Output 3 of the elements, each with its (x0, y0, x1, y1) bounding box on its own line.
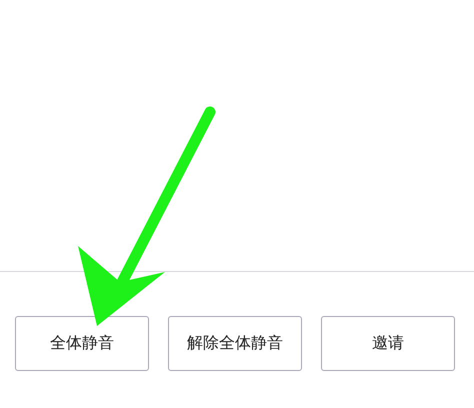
action-button[interactable]: 邀请 (321, 316, 455, 371)
action-button[interactable]: 全体静音 (15, 316, 149, 371)
action-button[interactable]: 解除全体静音 (168, 316, 302, 371)
